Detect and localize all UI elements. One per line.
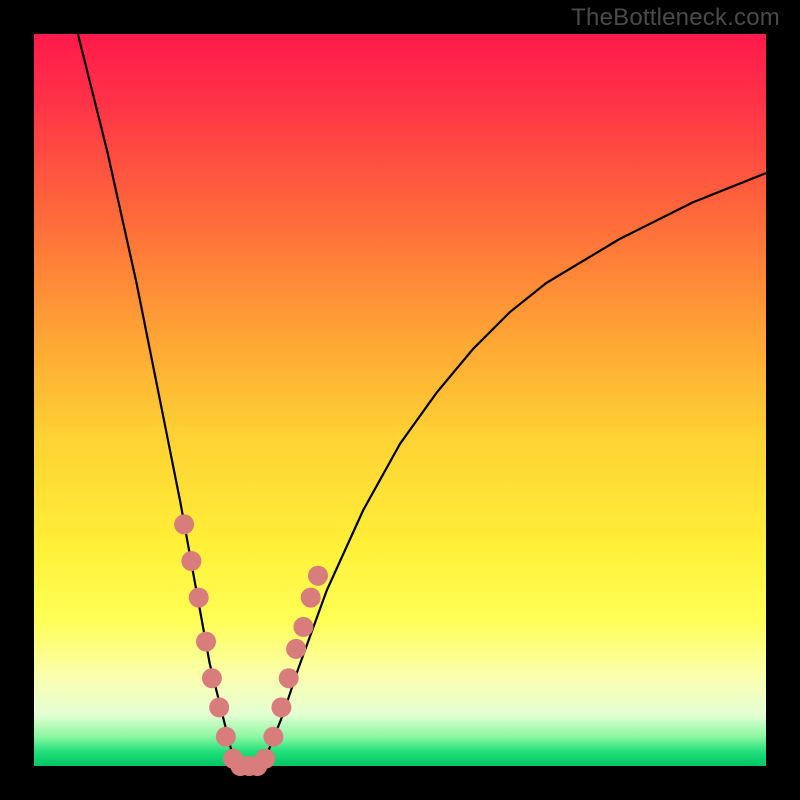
highlight-dot [308, 566, 328, 586]
highlight-dot [255, 749, 275, 769]
highlight-dot [263, 727, 283, 747]
highlight-dot [216, 727, 236, 747]
highlight-dot [279, 668, 299, 688]
plot-background [34, 34, 766, 766]
watermark-text: TheBottleneck.com [571, 4, 780, 32]
chart-svg [0, 0, 800, 800]
highlight-dot [301, 588, 321, 608]
chart-stage: TheBottleneck.com [0, 0, 800, 800]
highlight-dot [286, 639, 306, 659]
highlight-dot [196, 632, 216, 652]
highlight-dot [293, 617, 313, 637]
highlight-dot [174, 514, 194, 534]
highlight-dot [209, 697, 229, 717]
highlight-dot [181, 551, 201, 571]
highlight-dot [202, 668, 222, 688]
highlight-dot [271, 697, 291, 717]
highlight-dot [189, 588, 209, 608]
